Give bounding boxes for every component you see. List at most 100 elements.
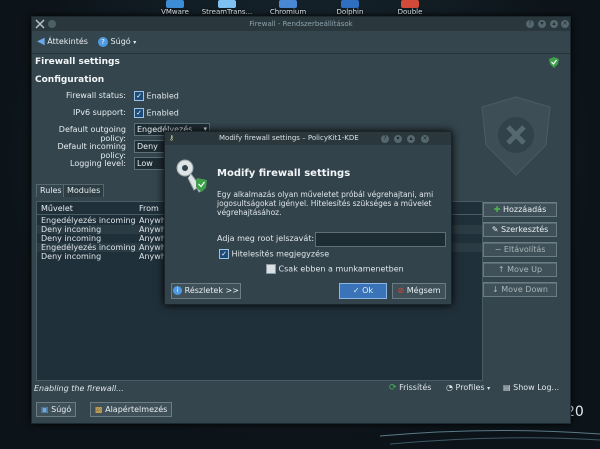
chromium-icon: [279, 0, 297, 8]
help-icon: ?: [98, 36, 108, 47]
help-menu-button[interactable]: ? Súgó ▾: [98, 36, 136, 48]
info-icon: i: [173, 286, 183, 295]
refresh-label: Frissítés: [399, 383, 432, 392]
row-action: Engedélyezés incoming: [41, 243, 136, 252]
move-down-label: Move Down: [501, 285, 548, 294]
help-title-button[interactable]: ?: [526, 20, 534, 28]
dialog-heading: Modify firewall settings: [217, 168, 351, 179]
dock-item-chromium[interactable]: Chromium: [268, 0, 308, 16]
password-label: Adja meg root jelszavát:: [217, 234, 315, 243]
vmware-icon: [166, 0, 184, 8]
refresh-button[interactable]: ⟳ Frissítés: [389, 383, 431, 393]
firewall-status-value: Enabled: [146, 91, 179, 101]
dock-item-streamtrans[interactable]: StreamTrans...: [200, 0, 254, 16]
remember-label: Hitelesítés megjegyzése: [231, 249, 330, 259]
ok-button[interactable]: ✓ Ok: [339, 283, 387, 299]
back-arrow-icon: ◀: [37, 36, 45, 47]
defaults-button-label: Alapértelmezés: [105, 405, 168, 414]
toolbar: ◀ Áttekintés ? Súgó ▾: [32, 31, 570, 54]
page-title: Firewall settings: [35, 57, 120, 67]
ipv6-support-value: Enabled: [146, 108, 179, 118]
add-rule-label: Hozzáadás: [502, 205, 547, 214]
minimize-button[interactable]: ▾: [538, 20, 546, 28]
cancel-icon: ⊘: [397, 286, 405, 295]
tools-icon: [35, 19, 45, 29]
remember-checkbox[interactable]: ✓ Hitelesítés megjegyzése: [219, 249, 329, 259]
show-log-label: Show Log...: [513, 383, 560, 392]
maximize-button[interactable]: ▴: [550, 20, 558, 28]
move-up-button[interactable]: ↑ Move Up: [483, 262, 557, 277]
defaults-icon: ▩: [95, 405, 103, 414]
back-label: Áttekintés: [47, 37, 88, 46]
firewall-status-checkbox[interactable]: ✓ Enabled: [134, 91, 179, 101]
move-down-button[interactable]: ↓ Move Down: [483, 282, 557, 297]
logging-level-label: Logging level:: [70, 159, 126, 168]
session-only-label: Csak ebben a munkamenetben: [278, 264, 404, 274]
dialog-title: Modify firewall settings – PolicyKit1-KD…: [219, 134, 359, 142]
window-menu-button[interactable]: [48, 20, 56, 28]
ipv6-support-label: IPv6 support:: [73, 108, 126, 117]
row-action: Deny incoming: [41, 225, 102, 234]
back-overview-button[interactable]: ◀ Áttekintés: [37, 36, 88, 48]
help-book-icon: ▣: [41, 405, 49, 414]
show-log-button[interactable]: ▤ Show Log...: [503, 383, 559, 392]
firewall-status-label: Firewall status:: [66, 91, 126, 100]
details-button[interactable]: i Részletek >>: [171, 283, 241, 299]
dock-label: Dolphin: [336, 8, 364, 16]
dolphin-icon: [341, 0, 359, 8]
dialog-minimize-button[interactable]: ▾: [394, 135, 402, 143]
help-button[interactable]: ▣ Súgó: [36, 402, 77, 417]
minus-icon: −: [494, 245, 502, 254]
check-mark-icon: ✓: [352, 286, 360, 295]
row-action: Deny incoming: [41, 252, 102, 261]
tab-rules[interactable]: Rules: [36, 184, 66, 197]
dock-label: Double: [397, 8, 423, 16]
check-icon: ✓: [134, 91, 144, 101]
dock-item-double[interactable]: Double: [392, 0, 428, 16]
profiles-menu-button[interactable]: ◔ Profiles ▾: [446, 383, 490, 392]
chevron-down-icon: ▾: [133, 39, 137, 46]
section-title: Configuration: [35, 75, 105, 85]
logging-level-select[interactable]: Low: [134, 157, 166, 170]
checkbox-box: [266, 264, 276, 274]
dialog-close-button[interactable]: ×: [421, 135, 429, 143]
add-rule-button[interactable]: ✚ Hozzáadás: [483, 202, 557, 217]
help-button-label: Súgó: [51, 405, 72, 414]
close-button[interactable]: ×: [561, 20, 569, 28]
column-header-action[interactable]: Művelet: [41, 204, 73, 213]
remove-rule-button[interactable]: − Eltávolítás: [483, 242, 557, 257]
plus-icon: ✚: [493, 205, 501, 214]
double-icon: [401, 0, 419, 8]
dock-item-vmware[interactable]: VMware: [157, 0, 193, 16]
tab-modules[interactable]: Modules: [63, 184, 105, 197]
ipv6-support-checkbox[interactable]: ✓ Enabled: [134, 108, 179, 118]
move-up-label: Move Up: [507, 265, 543, 274]
dock-label: StreamTrans...: [201, 8, 253, 16]
session-only-checkbox[interactable]: Csak ebben a munkamenetben: [266, 264, 404, 274]
profiles-icon: ◔: [446, 383, 453, 392]
dialog-message: Egy alkalmazás olyan műveletet próbál vé…: [217, 190, 434, 217]
window-titlebar[interactable]: Firewall - Rendszerbeállítások ? ▾ ▴ ×: [32, 17, 570, 31]
refresh-icon: ⟳: [389, 383, 397, 393]
row-action: Deny incoming: [41, 234, 102, 243]
help-label: Súgó: [110, 37, 131, 46]
incoming-policy-select[interactable]: Deny: [134, 140, 166, 153]
row-action: Engedélyezés incoming: [41, 216, 136, 225]
dock-item-dolphin[interactable]: Dolphin: [332, 0, 368, 16]
dialog-help-button[interactable]: ?: [381, 135, 389, 143]
cancel-button[interactable]: ⊘ Mégsem: [392, 283, 446, 299]
outgoing-policy-label: Default outgoing policy:: [58, 125, 126, 143]
edit-rule-label: Szerkesztés: [500, 225, 549, 234]
dialog-maximize-button[interactable]: ▴: [407, 135, 415, 143]
password-input[interactable]: [315, 232, 446, 247]
document-icon: ▤: [503, 383, 511, 392]
column-header-from[interactable]: From: [139, 204, 159, 213]
auth-dialog: ⚷ Modify firewall settings – PolicyKit1-…: [164, 131, 452, 305]
defaults-button[interactable]: ▩ Alapértelmezés: [90, 402, 173, 417]
edit-rule-button[interactable]: ✎ Szerkesztés: [483, 222, 557, 237]
streamtrans-icon: [218, 0, 236, 8]
edit-icon: ✎: [491, 225, 499, 234]
dialog-titlebar[interactable]: ⚷ Modify firewall settings – PolicyKit1-…: [165, 132, 451, 145]
arrow-up-icon: ↑: [497, 265, 505, 274]
details-label: Részletek >>: [184, 286, 239, 295]
